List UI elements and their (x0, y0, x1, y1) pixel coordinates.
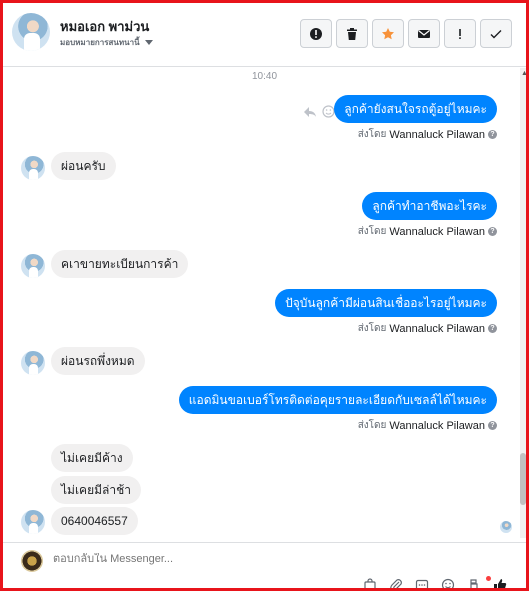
message-tools (303, 105, 335, 118)
sent-by-label: ส่งโดย Wannaluck Pilawan ? (358, 127, 497, 142)
seen-avatar (500, 521, 512, 533)
incoming-message[interactable]: ไม่เคยมีล่าช้า (51, 476, 141, 504)
emoji-icon[interactable] (441, 578, 455, 591)
incoming-message[interactable]: ผ่อนครับ (51, 152, 116, 180)
envelope-icon (418, 29, 430, 38)
message-timestamp: 10:40 (251, 71, 278, 82)
message-scrollbar[interactable] (520, 68, 526, 538)
check-icon (490, 29, 502, 38)
spam-button[interactable] (444, 19, 476, 48)
trash-icon (347, 27, 357, 40)
sender-name: Wannaluck Pilawan (389, 419, 485, 432)
incoming-message[interactable]: ไม่เคยมีค้าง (51, 444, 133, 472)
contact-avatar-small[interactable] (21, 156, 45, 180)
help-icon[interactable]: ? (488, 227, 497, 236)
outgoing-message[interactable]: ลูกค้ายังสนใจรถตู้อยู่ไหมคะ (334, 95, 497, 123)
sender-name: Wannaluck Pilawan (389, 128, 485, 141)
sent-by-prefix: ส่งโดย (357, 129, 387, 140)
sent-by-label: ส่งโดย Wannaluck Pilawan ? (358, 321, 497, 336)
star-button[interactable] (372, 19, 404, 48)
exclamation-icon (459, 28, 461, 39)
scrollbar-thumb[interactable] (520, 453, 526, 505)
assign-label: มอบหมายการสนทนานี้ (60, 38, 140, 47)
outgoing-message[interactable]: ปัจุบันลูกค้ามีผ่อนสินเชื่ออะไรอยู่ไหมคะ (275, 289, 497, 317)
composer-tools (363, 578, 507, 591)
contact-avatar-small[interactable] (21, 254, 45, 278)
assign-conversation-dropdown[interactable]: มอบหมายการสนทนานี้ (60, 36, 153, 49)
report-button[interactable] (300, 19, 332, 48)
delete-button[interactable] (336, 19, 368, 48)
messenger-panel: หมอเอก พาม่วน มอบหมายการสนทนานี้ ▲ 10:40… (0, 0, 529, 591)
contact-avatar-small[interactable] (21, 510, 45, 534)
paperclip-icon[interactable] (389, 578, 403, 591)
reply-icon[interactable] (303, 106, 317, 118)
like-icon[interactable] (493, 578, 507, 591)
sent-by-prefix: ส่งโดย (357, 323, 387, 334)
appointment-icon[interactable] (467, 578, 481, 591)
conversation-header: หมอเอก พาม่วน มอบหมายการสนทนานี้ (3, 3, 526, 67)
sent-by-prefix: ส่งโดย (357, 420, 387, 431)
header-actions (300, 19, 512, 48)
mark-unread-button[interactable] (408, 19, 440, 48)
contact-avatar[interactable] (12, 13, 50, 51)
sent-by-prefix: ส่งโดย (357, 226, 387, 237)
sent-by-label: ส่งโดย Wannaluck Pilawan ? (358, 418, 497, 433)
sent-by-label: ส่งโดย Wannaluck Pilawan ? (358, 224, 497, 239)
notification-dot (486, 576, 491, 581)
incoming-message[interactable]: 0640046557 (51, 507, 138, 535)
incoming-message[interactable]: คเาขายทะเบียนการค้า (51, 250, 189, 278)
caret-down-icon (144, 40, 153, 45)
outgoing-message[interactable]: ลูกค้าทำอาชีพอะไรคะ (362, 192, 497, 220)
contact-name[interactable]: หมอเอก พาม่วน (60, 16, 149, 37)
help-icon[interactable]: ? (488, 130, 497, 139)
page-avatar (21, 550, 43, 572)
done-button[interactable] (480, 19, 512, 48)
sender-name: Wannaluck Pilawan (389, 322, 485, 335)
saved-replies-icon[interactable] (415, 578, 429, 591)
contact-avatar-small[interactable] (21, 351, 45, 375)
reply-input[interactable] (53, 553, 353, 565)
exclamation-circle-icon (310, 27, 322, 40)
emoji-react-icon[interactable] (322, 105, 335, 118)
star-icon (382, 27, 394, 39)
reply-composer (3, 542, 526, 591)
outgoing-message[interactable]: แอดมินขอเบอร์โทรติดต่อคุยรายละเอียดกับเซ… (178, 386, 497, 414)
help-icon[interactable]: ? (488, 324, 497, 333)
incoming-message[interactable]: ผ่อนรถพึ่งหมด (51, 347, 145, 375)
shopping-bag-icon[interactable] (363, 578, 377, 591)
help-icon[interactable]: ? (488, 421, 497, 430)
sender-name: Wannaluck Pilawan (389, 225, 485, 238)
